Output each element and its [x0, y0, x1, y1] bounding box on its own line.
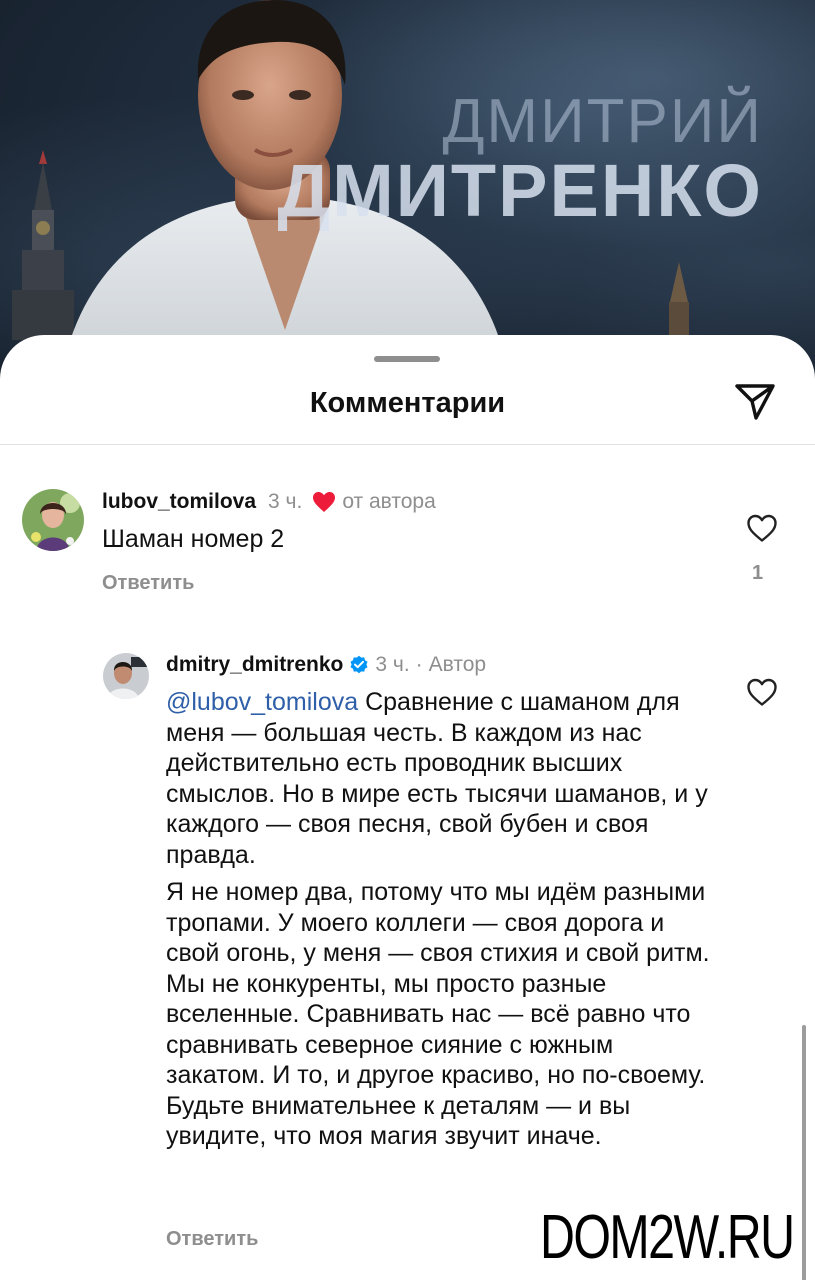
comment-meta: lubov_tomilova 3 ч. от автора — [102, 490, 436, 514]
reply-time: 3 ч. — [375, 653, 410, 676]
comment-username[interactable]: lubov_tomilova — [102, 490, 256, 514]
avatar-image — [22, 489, 84, 551]
sheet-grabber[interactable] — [374, 356, 440, 362]
header-divider — [0, 444, 815, 445]
reply-meta: dmitry_dmitrenko 3 ч. · Автор — [166, 653, 486, 677]
reply-button[interactable]: Ответить — [102, 572, 194, 595]
like-count: 1 — [752, 562, 764, 584]
paper-plane-icon[interactable] — [734, 383, 776, 421]
reply-username[interactable]: dmitry_dmitrenko — [166, 653, 343, 677]
sheet-title: Комментарии — [309, 387, 506, 419]
video-background: ДМИТРИЙ ДМИТРЕНКО — [0, 0, 815, 380]
reply-paragraph: Я не номер два, потому что мы идём разны… — [166, 878, 710, 1150]
mention-link[interactable]: @lubov_tomilova — [166, 688, 358, 716]
hero-last-name: ДМИТРЕНКО — [277, 149, 763, 232]
meta-separator: · — [415, 653, 423, 676]
verified-badge-icon — [350, 655, 368, 674]
reply-paragraph: @lubov_tomilova Сравнение с шаманом для … — [166, 687, 711, 870]
comment-time: 3 ч. — [268, 490, 303, 513]
comment-text: Шаман номер 2 — [102, 525, 285, 553]
scrollbar[interactable] — [802, 1025, 806, 1280]
kremlin-tower-right — [669, 262, 689, 342]
avatar-image — [103, 653, 149, 699]
reply-button[interactable]: Ответить — [166, 1228, 258, 1251]
author-liked-label: от автора — [342, 490, 436, 513]
watermark: DOM2W.RU — [540, 1203, 795, 1272]
avatar[interactable] — [22, 489, 84, 551]
author-badge: Автор — [428, 653, 487, 676]
author-heart-icon — [313, 492, 336, 512]
hero-first-name: ДМИТРИЙ — [442, 87, 763, 156]
heart-outline-icon[interactable] — [746, 677, 778, 707]
comments-sheet: Комментарии lubov_tomilova 3 ч. от автор… — [0, 335, 815, 1280]
author-avatar[interactable] — [103, 653, 149, 699]
heart-outline-icon[interactable] — [746, 513, 778, 543]
